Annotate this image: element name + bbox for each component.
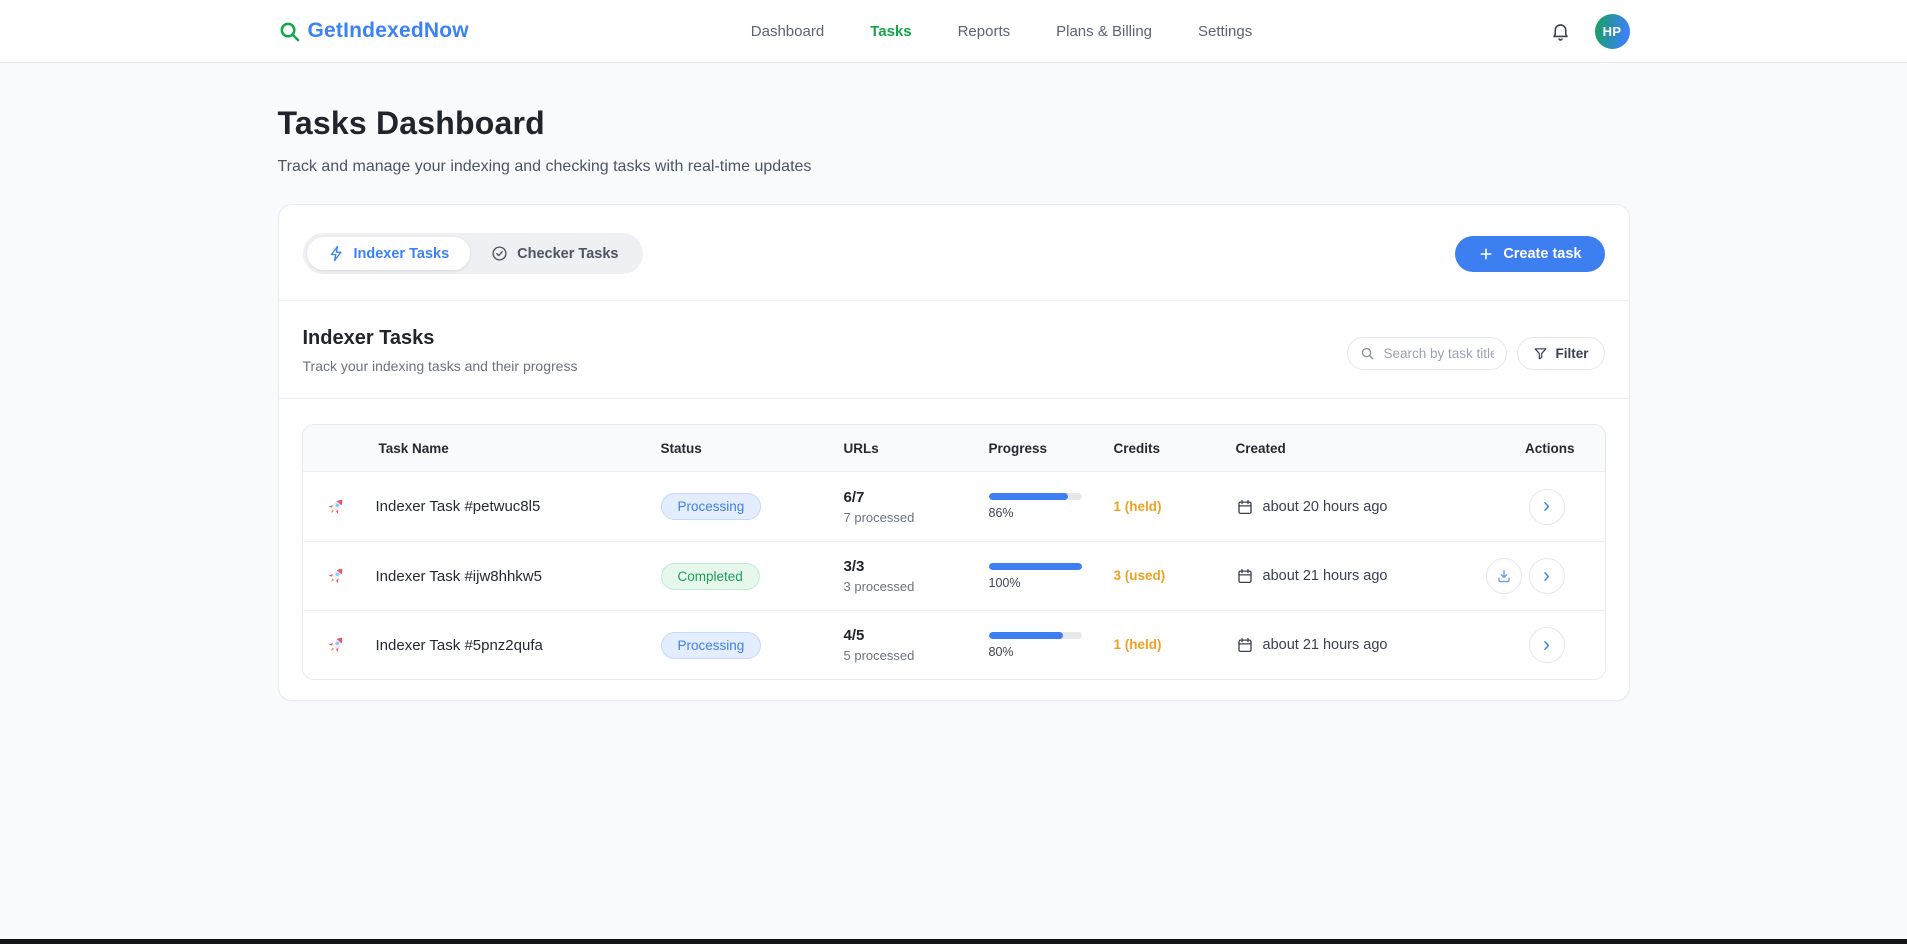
credits-value: 1 (held) [1114,499,1162,514]
tab-indexer-label: Indexer Tasks [354,246,450,262]
column-header-urls: URLs [844,441,989,456]
chevron-right-icon [1539,638,1554,653]
search-box [1347,337,1507,370]
tab-indexer-tasks[interactable]: Indexer Tasks [307,237,471,270]
view-task-button[interactable] [1529,489,1565,525]
screen-bottom-edge [0,939,1907,944]
lightning-bolt-icon [328,245,345,262]
task-name: Indexer Task #petwuc8l5 [376,498,541,515]
column-header-actions: Actions [1473,441,1605,456]
table-row[interactable]: Indexer Task #5pnz2qufa Processing 4/5 5… [303,610,1605,679]
progress-percent: 80% [989,645,1114,659]
task-type-tabs: Indexer Tasks Checker Tasks [303,233,644,274]
nav-item-plans-billing[interactable]: Plans & Billing [1056,23,1152,40]
nav-item-reports[interactable]: Reports [958,23,1011,40]
task-name: Indexer Task #ijw8hhkw5 [376,568,542,585]
column-header-created: Created [1236,441,1473,456]
task-name: Indexer Task #5pnz2qufa [376,637,543,654]
urls-count: 4/5 [844,627,989,644]
view-task-button[interactable] [1529,558,1565,594]
chevron-right-icon [1539,569,1554,584]
status-badge: Processing [661,493,762,520]
chevron-right-icon [1539,499,1554,514]
tasks-card: Indexer Tasks Checker Tasks Create task … [278,204,1630,701]
rocket-icon [325,496,347,518]
urls-count: 3/3 [844,558,989,575]
credits-value: 1 (held) [1114,637,1162,652]
progress-percent: 100% [989,576,1114,590]
nav-item-tasks[interactable]: Tasks [870,23,911,40]
page-subtitle: Track and manage your indexing and check… [278,158,1630,176]
create-task-label: Create task [1503,246,1581,262]
page-title: Tasks Dashboard [278,105,1630,142]
funnel-icon [1533,346,1548,361]
filter-label: Filter [1555,346,1588,361]
column-header-progress: Progress [989,441,1114,456]
calendar-icon [1236,636,1254,654]
progress-bar [989,563,1082,570]
progress-percent: 86% [989,506,1114,520]
tasks-table: Task NameStatusURLsProgressCreditsCreate… [302,424,1606,680]
filter-button[interactable]: Filter [1517,337,1604,370]
user-avatar[interactable]: HP [1595,14,1630,49]
tab-checker-tasks[interactable]: Checker Tasks [470,237,639,270]
rocket-icon [325,634,347,656]
progress-fill [989,563,1082,570]
section-subtitle: Track your indexing tasks and their prog… [303,358,578,374]
download-results-button[interactable] [1486,558,1522,594]
section-title: Indexer Tasks [303,327,578,350]
status-badge: Completed [661,563,760,590]
brand-name: GetIndexedNow [308,19,469,43]
created-time: about 20 hours ago [1263,499,1388,515]
progress-fill [989,632,1063,639]
rocket-icon [325,565,347,587]
download-icon [1496,568,1512,584]
search-icon [1360,346,1375,361]
search-input[interactable] [1383,346,1494,361]
progress-bar [989,632,1082,639]
credits-value: 3 (used) [1114,568,1166,583]
view-task-button[interactable] [1529,627,1565,663]
brand-logo[interactable]: GetIndexedNow [278,19,469,43]
created-time: about 21 hours ago [1263,637,1388,653]
column-header-status: Status [661,441,844,456]
status-badge: Processing [661,632,762,659]
urls-processed: 7 processed [844,510,989,525]
progress-fill [989,493,1069,500]
table-row[interactable]: Indexer Task #petwuc8l5 Processing 6/7 7… [303,472,1605,541]
plus-icon [1478,246,1494,262]
calendar-icon [1236,498,1254,516]
nav-item-settings[interactable]: Settings [1198,23,1252,40]
calendar-icon [1236,567,1254,585]
urls-count: 6/7 [844,489,989,506]
nav-item-dashboard[interactable]: Dashboard [751,23,824,40]
main-nav: Dashboard Tasks Reports Plans & Billing Sett… [751,23,1252,40]
created-time: about 21 hours ago [1263,568,1388,584]
tab-checker-label: Checker Tasks [517,246,618,262]
notifications-bell-icon[interactable] [1548,19,1573,44]
search-logo-icon [278,20,301,43]
column-header-credits: Credits [1114,441,1236,456]
top-nav: GetIndexedNow Dashboard Tasks Reports Plans… [0,0,1907,63]
table-row[interactable]: Indexer Task #ijw8hhkw5 Completed 3/3 3 … [303,541,1605,610]
check-circle-icon [491,245,508,262]
urls-processed: 3 processed [844,579,989,594]
create-task-button[interactable]: Create task [1455,236,1604,272]
progress-bar [989,493,1082,500]
table-header-row: Task NameStatusURLsProgressCreditsCreate… [303,425,1605,472]
column-header-task-name: Task Name [303,441,661,456]
urls-processed: 5 processed [844,648,989,663]
